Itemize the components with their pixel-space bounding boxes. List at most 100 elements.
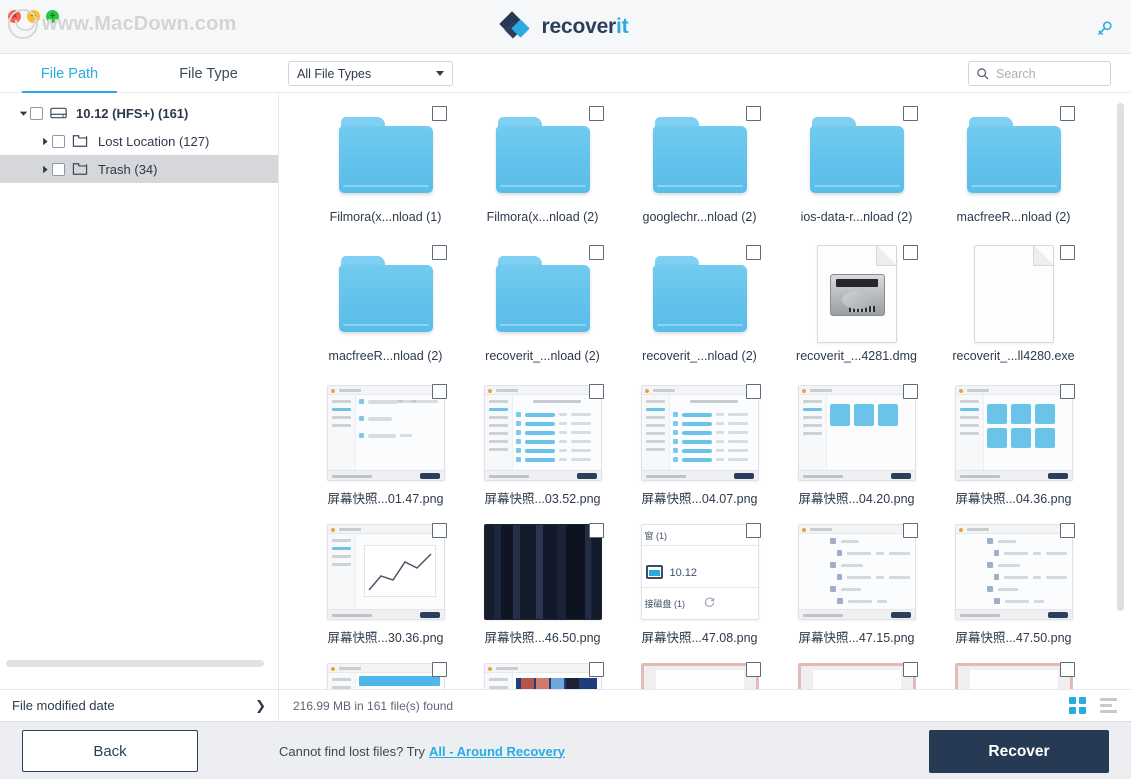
file-thumbnail bbox=[947, 657, 1080, 689]
tree-label-lost-location: Lost Location (127) bbox=[98, 133, 210, 149]
tree-checkbox-trash[interactable] bbox=[52, 162, 65, 176]
file-grid: Filmora(x...nload (1) Filmora(x...nload … bbox=[279, 93, 1109, 689]
file-modified-date-label: File modified date bbox=[12, 698, 115, 713]
grid-view-button[interactable] bbox=[1069, 697, 1086, 714]
file-checkbox[interactable] bbox=[431, 106, 447, 121]
file-cell[interactable]: 屏幕快照...03.52.png bbox=[464, 379, 621, 518]
file-checkbox[interactable] bbox=[431, 662, 447, 677]
tree-checkbox-lost-location[interactable] bbox=[52, 134, 65, 148]
file-checkbox[interactable] bbox=[431, 384, 447, 399]
file-cell[interactable]: macfreeR...nload (2) bbox=[935, 101, 1092, 240]
file-checkbox[interactable] bbox=[902, 662, 918, 677]
chevron-down-icon[interactable] bbox=[16, 109, 30, 118]
list-view-button[interactable] bbox=[1100, 697, 1117, 714]
file-thumbnail bbox=[476, 101, 609, 209]
file-name: 屏幕快照...46.50.png bbox=[482, 627, 603, 646]
file-cell[interactable]: 屏幕快照...04.07.png bbox=[621, 379, 778, 518]
file-cell[interactable]: 屏幕快照...04.20.png bbox=[778, 379, 935, 518]
recover-button[interactable]: Recover bbox=[929, 730, 1109, 773]
file-cell[interactable]: recoverit_...ll4280.exe bbox=[935, 240, 1092, 379]
file-thumbnail bbox=[319, 101, 452, 209]
file-checkbox[interactable] bbox=[588, 384, 604, 399]
tree-item-trash[interactable]: Trash (34) bbox=[0, 155, 278, 183]
file-checkbox[interactable] bbox=[745, 245, 761, 260]
file-cell[interactable]: macfreeR...nload (2) bbox=[307, 240, 464, 379]
file-thumbnail bbox=[476, 240, 609, 348]
file-checkbox[interactable] bbox=[431, 245, 447, 260]
zoom-thumb-line1: 窗 (1) bbox=[644, 531, 668, 541]
file-type-filter-select[interactable]: All File Types bbox=[288, 61, 453, 86]
toolbar: File Path File Type All File Types Searc… bbox=[0, 54, 1131, 93]
file-checkbox[interactable] bbox=[588, 523, 604, 538]
chevron-right-icon[interactable] bbox=[38, 165, 52, 174]
file-checkbox[interactable] bbox=[1059, 384, 1075, 399]
file-cell[interactable]: recoverit_...4281.dmg bbox=[778, 240, 935, 379]
file-cell[interactable]: 窗 (1) 10.12 接磁盘 (1) 屏幕快照...47.08.png bbox=[621, 518, 778, 657]
file-cell[interactable]: recoverit_...nload (2) bbox=[464, 240, 621, 379]
file-checkbox[interactable] bbox=[431, 523, 447, 538]
screenshot-thumbnail-icon bbox=[640, 385, 759, 481]
back-button[interactable]: Back bbox=[22, 730, 198, 772]
file-checkbox[interactable] bbox=[745, 662, 761, 677]
file-thumbnail bbox=[319, 379, 452, 487]
tree-item-volume[interactable]: 10.12 (HFS+) (161) bbox=[0, 99, 278, 127]
tree-item-lost-location[interactable]: Lost Location (127) bbox=[0, 127, 278, 155]
file-name: 屏幕快照...04.07.png bbox=[639, 488, 760, 507]
file-checkbox[interactable] bbox=[902, 245, 918, 260]
file-checkbox[interactable] bbox=[588, 245, 604, 260]
file-checkbox[interactable] bbox=[745, 384, 761, 399]
file-checkbox[interactable] bbox=[1059, 245, 1075, 260]
all-around-recovery-link[interactable]: All - Around Recovery bbox=[429, 744, 565, 759]
file-checkbox[interactable] bbox=[902, 106, 918, 121]
file-cell[interactable] bbox=[778, 657, 935, 689]
file-cell[interactable]: ios-data-r...nload (2) bbox=[778, 101, 935, 240]
screenshot-thumbnail-icon bbox=[797, 385, 916, 481]
file-cell[interactable] bbox=[621, 657, 778, 689]
file-checkbox[interactable] bbox=[588, 662, 604, 677]
file-checkbox[interactable] bbox=[902, 384, 918, 399]
file-name: recoverit_...ll4280.exe bbox=[950, 349, 1077, 363]
file-thumbnail bbox=[633, 379, 766, 487]
file-checkbox[interactable] bbox=[745, 523, 761, 538]
file-checkbox[interactable] bbox=[588, 106, 604, 121]
file-cell[interactable] bbox=[935, 657, 1092, 689]
file-cell[interactable]: 屏幕快照...04.36.png bbox=[935, 379, 1092, 518]
file-checkbox[interactable] bbox=[902, 523, 918, 538]
tree-checkbox-volume[interactable] bbox=[30, 106, 43, 120]
file-cell[interactable]: Filmora(x...nload (1) bbox=[307, 101, 464, 240]
file-modified-date-row[interactable]: File modified date ❯ bbox=[0, 689, 279, 721]
file-cell[interactable]: recoverit_...nload (2) bbox=[621, 240, 778, 379]
file-checkbox[interactable] bbox=[1059, 523, 1075, 538]
key-icon[interactable] bbox=[1091, 16, 1117, 40]
search-input[interactable]: Search bbox=[996, 67, 1036, 81]
file-checkbox[interactable] bbox=[1059, 106, 1075, 121]
file-cell[interactable]: 屏幕快照...30.36.png bbox=[307, 518, 464, 657]
file-cell[interactable]: 屏幕快照...46.50.png bbox=[464, 518, 621, 657]
screenshot-thumbnail-icon bbox=[483, 524, 602, 620]
sidebar: 10.12 (HFS+) (161) Lost Location (127) T… bbox=[0, 93, 279, 689]
screenshot-thumbnail-icon bbox=[797, 663, 916, 689]
file-name: 屏幕快照...04.20.png bbox=[796, 488, 917, 507]
sidebar-horizontal-scrollbar[interactable] bbox=[6, 660, 264, 667]
file-cell[interactable]: 屏幕快照...47.15.png bbox=[778, 518, 935, 657]
tree-label-trash: Trash (34) bbox=[98, 161, 158, 177]
file-cell[interactable] bbox=[464, 657, 621, 689]
search-box[interactable]: Search bbox=[968, 61, 1111, 86]
file-name: 屏幕快照...47.15.png bbox=[796, 627, 917, 646]
file-cell[interactable]: Filmora(x...nload (2) bbox=[464, 101, 621, 240]
file-checkbox[interactable] bbox=[745, 106, 761, 121]
generic-file-icon bbox=[973, 244, 1055, 343]
chevron-right-icon[interactable] bbox=[38, 137, 52, 146]
file-cell[interactable]: 屏幕快照...47.50.png bbox=[935, 518, 1092, 657]
file-checkbox[interactable] bbox=[1059, 662, 1075, 677]
file-cell[interactable]: googlechr...nload (2) bbox=[621, 101, 778, 240]
file-cell[interactable] bbox=[307, 657, 464, 689]
file-cell[interactable]: 屏幕快照...01.47.png bbox=[307, 379, 464, 518]
view-tabs: File Path File Type bbox=[0, 54, 278, 93]
recoverit-window: × − + www.MacDown.com recoverit File Pat… bbox=[0, 0, 1131, 779]
file-thumbnail bbox=[319, 657, 452, 689]
tab-file-path[interactable]: File Path bbox=[0, 54, 139, 93]
file-thumbnail bbox=[790, 240, 923, 348]
content-vertical-scrollbar[interactable] bbox=[1117, 103, 1124, 611]
tab-file-type[interactable]: File Type bbox=[139, 54, 278, 93]
